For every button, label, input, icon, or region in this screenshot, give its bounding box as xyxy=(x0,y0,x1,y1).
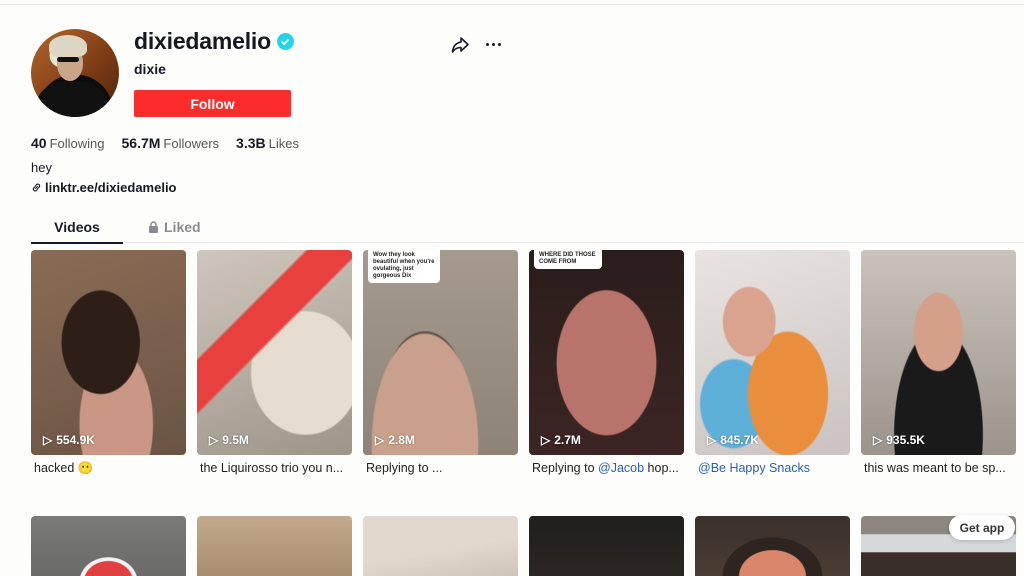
tab-liked-label: Liked xyxy=(164,219,201,235)
video-thumbnail[interactable]: ▷ 935.5K xyxy=(861,250,1016,455)
play-icon: ▷ xyxy=(541,433,551,447)
comment-overlay: WHERE DID THOSE COME FROM xyxy=(534,250,602,269)
video-card[interactable]: ▷ 9.5M the Liquirosso trio you n... xyxy=(197,250,352,476)
avatar[interactable] xyxy=(31,29,119,117)
link-icon xyxy=(32,183,41,192)
video-thumbnail[interactable] xyxy=(197,516,352,576)
more-options-icon[interactable] xyxy=(483,36,503,52)
mention-link[interactable]: @Jacob xyxy=(598,461,644,475)
profile-stats: 40 Following 56.7M Followers 3.3B Likes xyxy=(31,135,299,151)
video-grid: ▷ 554.9K hacked 😶 ▷ 9.5M the Liquirosso tr… xyxy=(31,250,1016,576)
video-caption[interactable]: hacked 😶 xyxy=(31,461,186,476)
view-count: ▷ 554.9K xyxy=(43,433,95,447)
video-card[interactable] xyxy=(31,516,186,576)
mention-link[interactable]: @Be Happy Snacks xyxy=(698,461,810,475)
video-caption[interactable]: @Be Happy Snacks xyxy=(695,461,850,475)
username-text: dixiedamelio xyxy=(134,28,271,54)
comment-overlay: Wow they look beautiful when you're ovul… xyxy=(368,250,440,283)
video-card[interactable]: ▷ 935.5K this was meant to be sp... xyxy=(861,250,1016,476)
profile-link-text[interactable]: linktr.ee/dixiedamelio xyxy=(45,180,177,195)
get-app-button[interactable]: Get app xyxy=(949,515,1015,540)
video-thumbnail[interactable] xyxy=(529,516,684,576)
video-caption[interactable]: Replying to @Jacob hop... xyxy=(529,461,684,475)
play-icon: ▷ xyxy=(209,433,219,447)
top-divider xyxy=(0,4,1024,5)
video-card[interactable] xyxy=(695,516,850,576)
video-caption[interactable]: the Liquirosso trio you n... xyxy=(197,461,352,475)
tab-liked[interactable]: Liked xyxy=(148,219,201,235)
video-card[interactable]: Wow they look beautiful when you're ovul… xyxy=(363,250,518,476)
stat-followers[interactable]: 56.7M Followers xyxy=(122,135,220,151)
lock-icon xyxy=(149,221,158,233)
video-card[interactable] xyxy=(529,516,684,576)
view-count: ▷ 935.5K xyxy=(873,433,925,447)
verified-badge-icon xyxy=(276,33,294,50)
profile-tabs: Videos Liked xyxy=(31,215,1024,244)
video-card[interactable] xyxy=(363,516,518,576)
follow-button[interactable]: Follow xyxy=(134,90,291,117)
video-caption[interactable]: this was meant to be sp... xyxy=(861,461,1016,475)
view-count: ▷ 845.7K xyxy=(707,433,759,447)
video-thumbnail[interactable]: Wow they look beautiful when you're ovul… xyxy=(363,250,518,455)
profile-link[interactable]: linktr.ee/dixiedamelio xyxy=(31,180,177,195)
view-count: ▷ 2.7M xyxy=(541,433,581,447)
video-thumbnail[interactable] xyxy=(695,516,850,576)
video-thumbnail[interactable]: ▷ 9.5M xyxy=(197,250,352,455)
video-caption[interactable]: Replying to ... xyxy=(363,461,518,475)
stat-following[interactable]: 40 Following xyxy=(31,135,105,151)
video-thumbnail[interactable]: ▷ 845.7K xyxy=(695,250,850,455)
stat-likes: 3.3B Likes xyxy=(236,135,299,151)
username: dixiedamelio xyxy=(134,28,294,55)
view-count: ▷ 2.8M xyxy=(375,433,415,447)
play-icon: ▷ xyxy=(43,433,53,447)
video-card[interactable]: ▷ 845.7K @Be Happy Snacks xyxy=(695,250,850,476)
play-icon: ▷ xyxy=(707,433,717,447)
play-icon: ▷ xyxy=(873,433,883,447)
play-icon: ▷ xyxy=(375,433,385,447)
video-thumbnail[interactable]: ▷ 554.9K xyxy=(31,250,186,455)
video-thumbnail[interactable] xyxy=(363,516,518,576)
share-icon[interactable] xyxy=(450,35,470,55)
video-thumbnail[interactable]: WHERE DID THOSE COME FROM ▷ 2.7M xyxy=(529,250,684,455)
nickname: dixie xyxy=(134,61,166,77)
tab-videos[interactable]: Videos xyxy=(31,219,123,244)
view-count: ▷ 9.5M xyxy=(209,433,249,447)
bio: hey xyxy=(31,160,52,175)
video-card[interactable]: WHERE DID THOSE COME FROM ▷ 2.7M Replying… xyxy=(529,250,684,476)
video-card[interactable] xyxy=(197,516,352,576)
video-card[interactable]: ▷ 554.9K hacked 😶 xyxy=(31,250,186,476)
video-thumbnail[interactable] xyxy=(31,516,186,576)
